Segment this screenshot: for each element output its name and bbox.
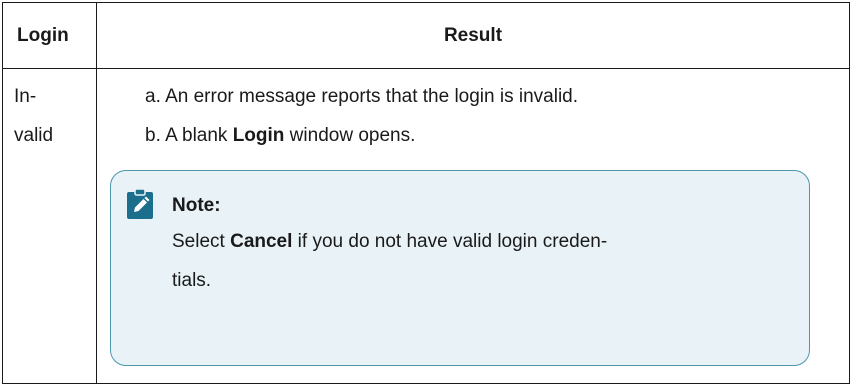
result-cell: a. An error message reports that the log… (96, 68, 850, 384)
note-text-prefix: Select (172, 231, 231, 252)
step-text-prefix: A blank (165, 125, 233, 146)
note-callout: Note: Select Cancel if you do not have v… (110, 170, 810, 366)
step-text-bold: Login (232, 125, 285, 146)
list-item: a. An error message reports that the log… (145, 77, 849, 116)
result-steps-list: a. An error message reports that the log… (97, 69, 849, 155)
note-text-suffix-line2: tials. (172, 270, 212, 291)
note-text-bold: Cancel (230, 231, 293, 252)
login-result-table: Login Result In- valid a. An error messa… (2, 2, 850, 384)
list-item: b. A blank Login window opens. (145, 116, 849, 155)
login-value-line1: In- (14, 86, 37, 107)
header-row: Login Result (2, 2, 850, 69)
column-header-login: Login (2, 2, 97, 69)
step-text: An error message reports that the login … (165, 86, 579, 107)
step-marker: b. (145, 125, 161, 146)
step-marker: a. (145, 86, 161, 107)
pencil-clipboard-icon (127, 189, 153, 219)
login-value-line2: valid (14, 125, 54, 146)
table-row: In- valid a. An error message reports th… (2, 68, 850, 384)
login-cell: In- valid (2, 68, 97, 384)
step-text-suffix: window opens. (284, 125, 416, 146)
note-text: Select Cancel if you do not have valid l… (172, 222, 792, 300)
note-text-suffix-line1: if you do not have valid login creden- (292, 231, 608, 252)
note-title: Note: (172, 195, 221, 216)
column-header-result: Result (96, 2, 850, 69)
